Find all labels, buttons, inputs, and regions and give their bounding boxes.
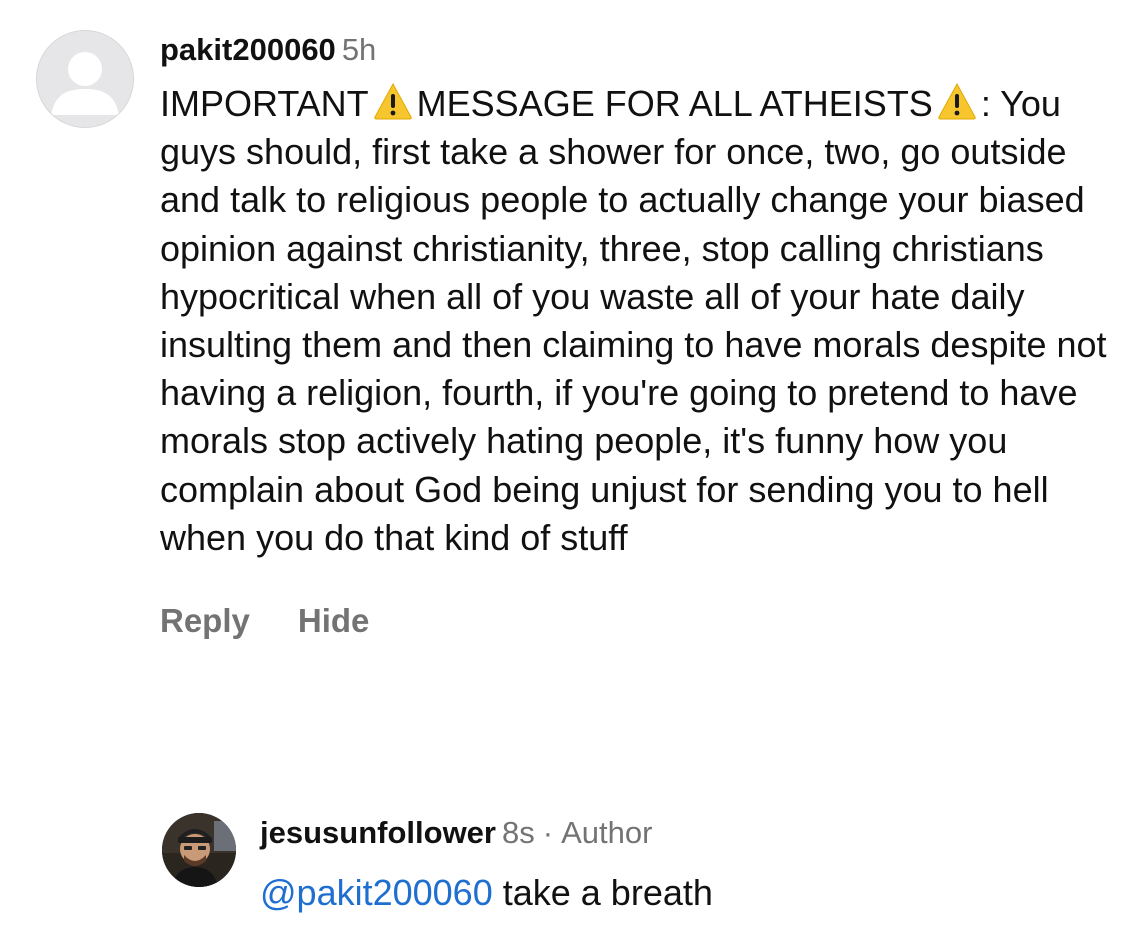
- mention-link[interactable]: @pakit200060: [260, 872, 493, 913]
- comment-actions: Reply Hide: [160, 602, 1120, 640]
- comment-meta: jesusunfollower 8s · Author: [260, 813, 1100, 853]
- comment-text-part3: : You guys should, first take a shower f…: [160, 83, 1107, 558]
- hide-button[interactable]: Hide: [298, 602, 370, 640]
- warning-icon: [937, 82, 977, 120]
- separator-dot: ·: [542, 815, 554, 850]
- author-badge: Author: [561, 815, 653, 850]
- comment-text-content: take a breath: [502, 872, 713, 913]
- comment-text: @pakit200060 take a breath: [260, 869, 1100, 917]
- default-avatar[interactable]: [36, 30, 134, 128]
- username-link[interactable]: jesusunfollower: [260, 815, 496, 850]
- username-link[interactable]: pakit200060: [160, 32, 336, 67]
- person-placeholder-icon: [37, 31, 133, 127]
- timestamp: 8s: [501, 815, 535, 850]
- profile-photo-icon: [162, 813, 236, 887]
- avatar[interactable]: [162, 813, 236, 887]
- warning-icon: [373, 82, 413, 120]
- reply-button[interactable]: Reply: [160, 602, 250, 640]
- comment-text-part1: IMPORTANT: [160, 83, 369, 124]
- comment-text: IMPORTANT MESSAGE FOR ALL ATHEISTS: You g…: [160, 80, 1120, 562]
- timestamp: 5h: [341, 32, 377, 67]
- comment-body: pakit200060 5h IMPORTANT MESSAGE FOR ALL A…: [160, 30, 1120, 640]
- comment-text-part2: MESSAGE FOR ALL ATHEISTS: [416, 83, 933, 124]
- comment-meta: pakit200060 5h: [160, 30, 1120, 70]
- comment-body: jesusunfollower 8s · Author @pakit200060 ta…: [260, 813, 1100, 917]
